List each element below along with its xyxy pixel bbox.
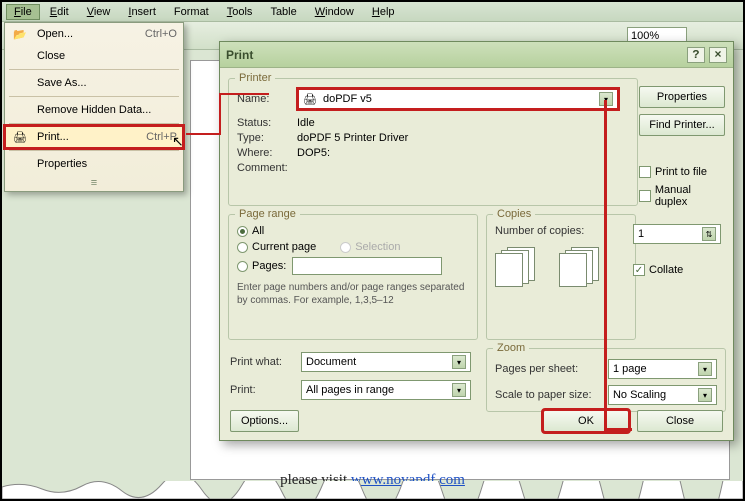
copies-label: Number of copies: — [495, 225, 584, 237]
radio-pages[interactable]: Pages: — [237, 260, 286, 272]
menu-insert[interactable]: Insert — [120, 4, 164, 20]
menubar: File Edit View Insert Format Tools Table… — [2, 2, 743, 22]
torn-edge — [2, 481, 743, 499]
help-button[interactable]: ? — [687, 47, 705, 63]
print-what-select[interactable]: Document▾ — [301, 352, 471, 372]
radio-selection: Selection — [340, 241, 400, 253]
group-printer-title: Printer — [235, 72, 275, 84]
printer-name-value: doPDF v5 — [323, 93, 372, 105]
status-label: Status: — [237, 117, 297, 129]
print-range-label: Print: — [230, 384, 295, 396]
menu-help[interactable]: Help — [364, 4, 403, 20]
group-copies-title: Copies — [493, 208, 535, 220]
file-print[interactable]: 🖨 Print... Ctrl+P — [5, 126, 183, 148]
printer-name-select[interactable]: 🖨 doPDF v5 ▾ — [298, 89, 618, 109]
print-icon: 🖨 — [11, 131, 29, 144]
file-properties[interactable]: Properties — [5, 153, 183, 175]
where-value: DOP5: — [297, 147, 629, 159]
file-open[interactable]: 📂 Open... Ctrl+O — [5, 23, 183, 45]
name-label: Name: — [237, 93, 292, 105]
printer-icon: 🖨 — [303, 93, 317, 106]
open-icon: 📂 — [11, 28, 29, 41]
file-dropdown: 📂 Open... Ctrl+O Close Save As... Remove… — [4, 22, 184, 192]
manual-duplex-checkbox[interactable]: Manual duplex — [639, 184, 725, 208]
find-printer-button[interactable]: Find Printer... — [639, 114, 725, 136]
menu-window[interactable]: Window — [307, 4, 362, 20]
options-button[interactable]: Options... — [230, 410, 299, 432]
menu-edit[interactable]: Edit — [42, 4, 77, 20]
copies-illustration — [495, 247, 549, 293]
close-button[interactable]: Close — [637, 410, 723, 432]
group-zoom-title: Zoom — [493, 342, 529, 354]
menu-file[interactable]: File — [6, 4, 40, 20]
spinner-icon: ⇅ — [702, 227, 716, 241]
file-expand[interactable]: ≡ — [5, 175, 183, 191]
radio-current-page[interactable]: Current page — [237, 241, 316, 253]
print-dialog: Print ? × Printer Name: 🖨 doPDF v5 ▾ Sta… — [219, 41, 734, 441]
group-page-range: Page range All Current page Selection Pa… — [228, 214, 478, 340]
pages-hint: Enter page numbers and/or page ranges se… — [237, 281, 469, 307]
menu-format[interactable]: Format — [166, 4, 217, 20]
scale-label: Scale to paper size: — [495, 389, 604, 401]
close-x-button[interactable]: × — [709, 47, 727, 63]
type-label: Type: — [237, 132, 297, 144]
scale-select[interactable]: No Scaling▾ — [608, 385, 717, 405]
menu-tools[interactable]: Tools — [219, 4, 261, 20]
dialog-title: Print — [226, 48, 253, 62]
radio-all[interactable]: All — [237, 225, 264, 237]
file-close[interactable]: Close — [5, 45, 183, 67]
group-page-range-title: Page range — [235, 208, 300, 220]
pages-input[interactable] — [292, 257, 442, 275]
menu-table[interactable]: Table — [262, 4, 304, 20]
copies-spinner[interactable]: 1 ⇅ — [633, 224, 721, 244]
pages-per-sheet-select[interactable]: 1 page▾ — [608, 359, 717, 379]
dialog-titlebar: Print ? × — [220, 42, 733, 68]
collate-checkbox[interactable]: ✓Collate — [633, 264, 723, 276]
group-printer: Printer Name: 🖨 doPDF v5 ▾ Status: Idle … — [228, 78, 638, 206]
type-value: doPDF 5 Printer Driver — [297, 132, 629, 144]
print-what-label: Print what: — [230, 356, 295, 368]
where-label: Where: — [237, 147, 297, 159]
properties-button[interactable]: Properties — [639, 86, 725, 108]
menu-view[interactable]: View — [79, 4, 119, 20]
status-value: Idle — [297, 117, 629, 129]
pages-per-sheet-label: Pages per sheet: — [495, 363, 604, 375]
file-remove-hidden[interactable]: Remove Hidden Data... — [5, 99, 183, 121]
group-copies: Copies Number of copies: — [486, 214, 636, 340]
file-saveas[interactable]: Save As... — [5, 72, 183, 94]
comment-label: Comment: — [237, 162, 297, 174]
print-range-select[interactable]: All pages in range▾ — [301, 380, 471, 400]
print-to-file-checkbox[interactable]: Print to file — [639, 166, 725, 178]
comment-value — [297, 162, 629, 174]
